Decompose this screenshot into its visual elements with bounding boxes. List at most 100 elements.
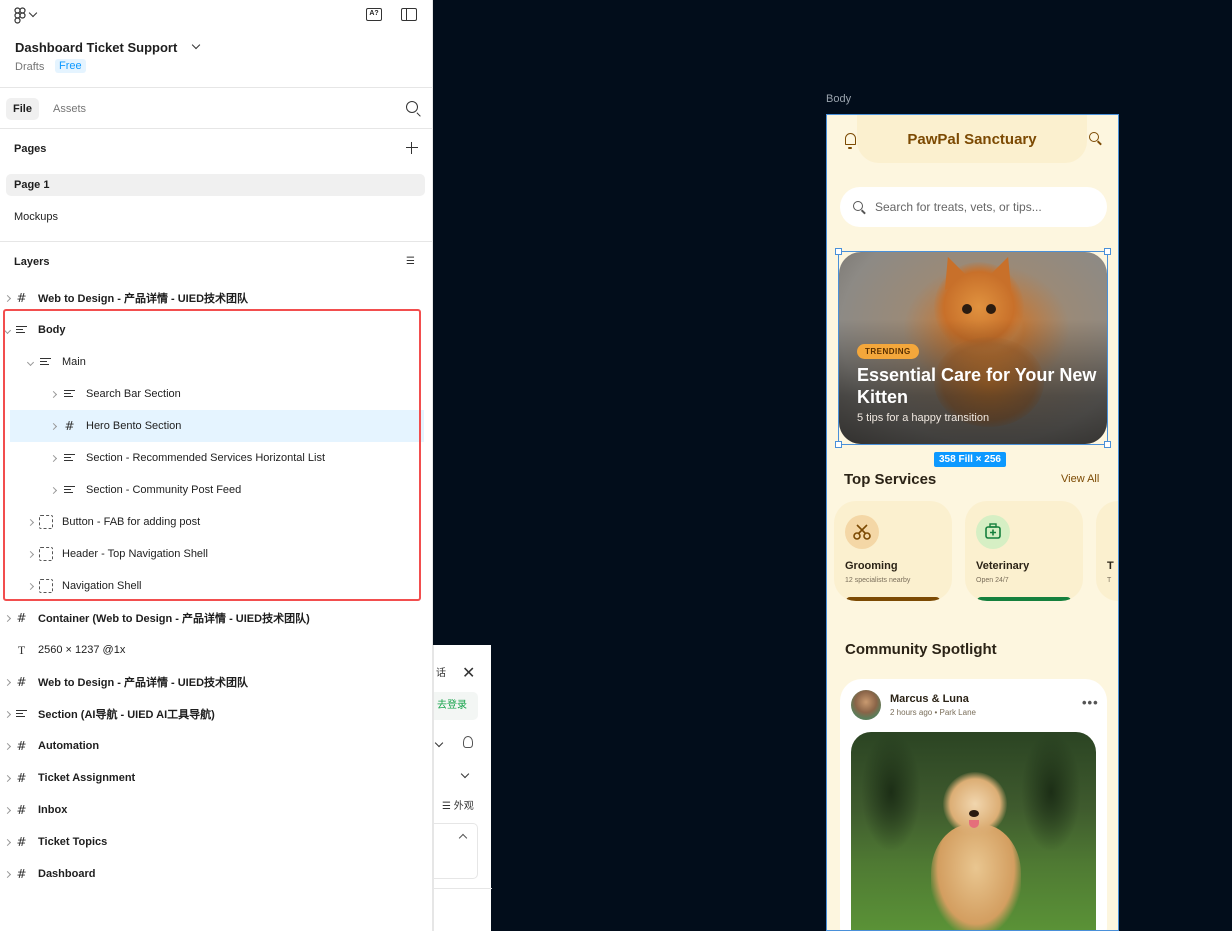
auto-layout-icon: [15, 708, 28, 721]
medical-kit-icon: [976, 515, 1010, 549]
service-card-veterinary[interactable]: Veterinary Open 24/7: [965, 501, 1083, 601]
panel-title-fragment: 话: [436, 668, 446, 679]
search-icon[interactable]: [1089, 132, 1099, 142]
search-icon: [853, 201, 863, 211]
figma-menu-button[interactable]: [14, 6, 40, 24]
dimension-badge: 358 Fill × 256: [934, 452, 1006, 467]
layers-sidebar: A? Dashboard Ticket Support Drafts Free …: [0, 0, 433, 931]
service-info: 12 specialists nearby: [845, 577, 911, 584]
tree: [1021, 732, 1081, 852]
resize-handle[interactable]: [1104, 441, 1111, 448]
layer-row[interactable]: # Dashboard: [0, 858, 433, 890]
frame-icon: #: [16, 866, 27, 881]
appearance-button[interactable]: ☰ 外观: [442, 797, 474, 812]
ai-assistant-icon[interactable]: A?: [366, 8, 382, 21]
layer-row[interactable]: Section (AI导航 - UIED AI工具导航): [0, 698, 433, 730]
service-card-partial[interactable]: T T: [1096, 501, 1118, 601]
post-author[interactable]: Marcus & Luna: [890, 693, 969, 705]
figma-logo-icon: [14, 6, 26, 24]
file-location[interactable]: Drafts: [15, 61, 44, 73]
tab-assets[interactable]: Assets: [46, 98, 93, 120]
service-info: Open 24/7: [976, 577, 1009, 584]
login-button[interactable]: 去登录: [434, 692, 478, 720]
layer-label: Automation: [38, 740, 100, 752]
tree: [861, 732, 921, 852]
layer-label: Ticket Topics: [38, 836, 108, 848]
service-card-grooming[interactable]: Grooming 12 specialists nearby: [834, 501, 952, 601]
more-options-icon[interactable]: •••: [1082, 695, 1099, 710]
lightbulb-icon[interactable]: [463, 736, 473, 748]
chevron-right-icon[interactable]: [3, 774, 12, 782]
divider: [434, 888, 492, 889]
chevron-down-icon[interactable]: [191, 40, 201, 50]
chevron-down-icon[interactable]: [434, 738, 444, 748]
frame-icon: #: [16, 802, 27, 817]
chevron-right-icon[interactable]: [3, 838, 12, 846]
layer-label: Dashboard: [38, 868, 96, 880]
layer-row[interactable]: # Web to Design - 产品详情 - UIED技术团队: [0, 666, 433, 698]
chevron-right-icon[interactable]: [3, 710, 12, 718]
search-icon[interactable]: [406, 101, 418, 113]
resize-handle[interactable]: [835, 248, 842, 255]
chevron-down-icon: [28, 8, 38, 18]
service-accent-bar: [846, 597, 940, 601]
chevron-right-icon[interactable]: [3, 294, 12, 302]
chevron-right-icon[interactable]: [3, 806, 12, 814]
scissors-icon: [845, 515, 879, 549]
sidebar-topbar: A?: [0, 0, 432, 30]
chevron-right-icon[interactable]: [3, 678, 12, 686]
chevron-right-icon[interactable]: [3, 614, 12, 622]
frame-icon: #: [16, 770, 27, 785]
layers-heading: Layers: [14, 256, 50, 268]
layer-row[interactable]: T 2560 × 1237 @1x: [0, 634, 433, 666]
text-layer-icon: T: [17, 642, 26, 657]
layer-row[interactable]: # Ticket Assignment: [0, 762, 433, 794]
chevron-right-icon[interactable]: [3, 870, 12, 878]
service-name: T: [1107, 560, 1114, 572]
dog-nose: [969, 810, 979, 817]
search-input[interactable]: Search for treats, vets, or tips...: [840, 187, 1107, 227]
frame-icon: #: [16, 610, 27, 625]
layer-label: Web to Design - 产品详情 - UIED技术团队: [38, 677, 249, 689]
frame-icon: #: [16, 674, 27, 689]
close-icon[interactable]: ✕: [462, 663, 475, 683]
layer-label: 2560 × 1237 @1x: [38, 644, 126, 656]
tab-file[interactable]: File: [6, 98, 39, 120]
resize-handle[interactable]: [1104, 248, 1111, 255]
layer-row[interactable]: # Inbox: [0, 794, 433, 826]
community-post-card[interactable]: Marcus & Luna 2 hours ago • Park Lane ••…: [840, 679, 1107, 930]
collapse-layers-icon[interactable]: ☰: [406, 256, 420, 267]
view-all-link[interactable]: View All: [1061, 473, 1099, 485]
add-page-icon[interactable]: [406, 142, 418, 154]
layer-row[interactable]: # Automation: [0, 730, 433, 762]
service-info: T: [1107, 577, 1112, 584]
layer-row[interactable]: # Ticket Topics: [0, 826, 433, 858]
frame-icon: #: [16, 290, 27, 305]
divider: [0, 87, 433, 88]
appearance-label: 外观: [453, 801, 474, 812]
service-name: Veterinary: [976, 560, 1030, 572]
app-title: PawPal Sanctuary: [907, 131, 1037, 148]
file-title[interactable]: Dashboard Ticket Support: [15, 40, 177, 55]
floating-panel: 话 ✕ 去登录 ☰ 外观: [433, 645, 492, 931]
chevron-down-icon[interactable]: [460, 769, 470, 779]
layer-label: Section (AI导航 - UIED AI工具导航): [38, 709, 215, 721]
frame-icon: #: [16, 738, 27, 753]
toggle-panel-icon[interactable]: [401, 8, 417, 21]
page-item-page-1[interactable]: Page 1: [6, 174, 425, 196]
layer-label: Inbox: [38, 804, 68, 816]
layer-label: Container (Web to Design - 产品详情 - UIED技术…: [38, 613, 310, 625]
pages-heading: Pages: [14, 143, 47, 155]
layer-row[interactable]: # Container (Web to Design - 产品详情 - UIED…: [0, 602, 433, 634]
layer-label: Ticket Assignment: [38, 772, 136, 784]
page-item-mockups[interactable]: Mockups: [6, 206, 425, 228]
community-heading: Community Spotlight: [845, 641, 997, 658]
body-frame[interactable]: PawPal Sanctuary Search for treats, vets…: [826, 114, 1119, 931]
resize-handle[interactable]: [835, 441, 842, 448]
frame-label[interactable]: Body: [826, 93, 851, 105]
post-meta: 2 hours ago • Park Lane: [890, 708, 976, 717]
plan-badge: Free: [55, 59, 86, 73]
chevron-right-icon[interactable]: [3, 742, 12, 750]
avatar[interactable]: [851, 690, 881, 720]
post-photo[interactable]: [851, 732, 1096, 930]
